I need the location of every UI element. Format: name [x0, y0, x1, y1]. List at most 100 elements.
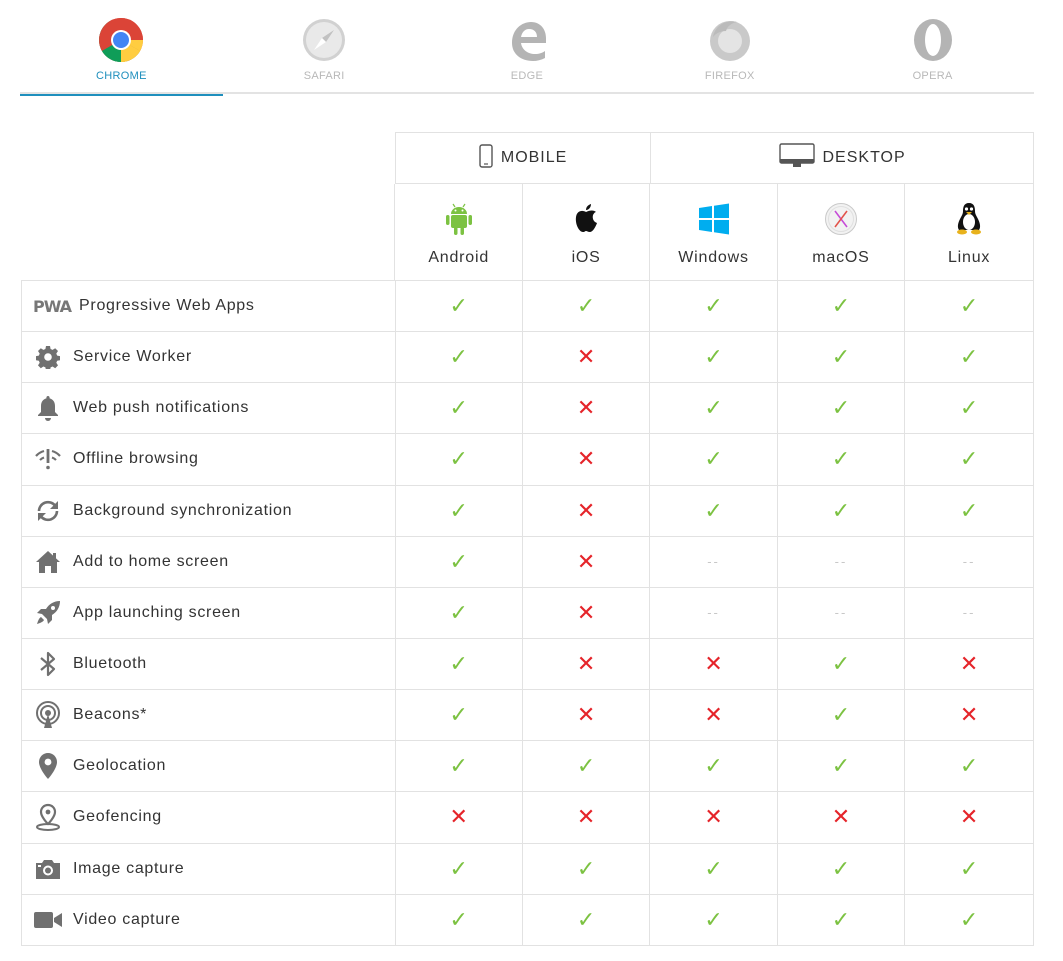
support-cell-windows: ✕: [650, 690, 778, 742]
platform-android-label: Android: [428, 249, 490, 266]
sync-icon: [33, 496, 63, 526]
cross-icon: ✕: [576, 599, 596, 625]
check-icon: ✓: [449, 548, 468, 574]
cross-icon: ✕: [959, 702, 979, 728]
check-icon: ✓: [831, 753, 851, 779]
check-icon: ✓: [704, 906, 723, 932]
support-cell-linux: --: [905, 536, 1035, 588]
support-cell-macos: --: [777, 536, 906, 588]
header-spacer: [21, 132, 396, 184]
bell-icon: [33, 393, 63, 423]
check-icon: ✓: [959, 446, 979, 472]
check-icon: ✓: [449, 293, 468, 319]
support-cell-linux: ✕: [905, 638, 1035, 691]
feature-label: Offline browsing: [73, 450, 199, 468]
check-icon: ✓: [449, 497, 468, 523]
offline-wifi-icon: [33, 444, 63, 474]
support-cell-linux: ✕: [905, 690, 1035, 742]
feature-cell: PWA Progressive Web Apps: [21, 281, 396, 333]
support-cell-linux: --: [905, 587, 1035, 639]
phone-icon: [479, 143, 493, 173]
support-cell-linux: ✓: [905, 741, 1035, 793]
support-cell-android: ✓: [395, 281, 523, 333]
support-cell-windows: --: [650, 587, 778, 639]
feature-row: App launching screen ✓ ✕ -- -- --: [21, 587, 1035, 639]
support-cell-windows: ✕: [650, 638, 778, 691]
not-applicable-mark: --: [962, 605, 976, 621]
feature-cell: Geofencing: [21, 792, 396, 844]
tab-safari[interactable]: SAFARI: [223, 0, 426, 94]
check-icon: ✓: [449, 906, 468, 932]
feature-cell: Beacons*: [21, 690, 396, 742]
tab-opera[interactable]: OPERA: [831, 0, 1034, 94]
feature-cell: Background synchronization: [21, 485, 396, 537]
check-icon: ✓: [959, 497, 979, 523]
support-cell-ios: ✕: [522, 383, 651, 435]
chrome-icon: [98, 17, 144, 63]
support-cell-android: ✓: [395, 536, 523, 588]
support-cell-macos: ✓: [777, 638, 906, 691]
tab-edge[interactable]: EDGE: [426, 0, 629, 94]
tab-safari-label: SAFARI: [303, 70, 345, 82]
support-cell-windows: ✓: [650, 383, 778, 435]
location-pin-icon: [33, 751, 63, 781]
support-cell-windows: ✓: [650, 485, 778, 537]
support-cell-macos: ✓: [777, 741, 906, 793]
pwa-logo: PWA: [33, 296, 72, 316]
check-icon: ✓: [959, 753, 979, 779]
support-cell-linux: ✓: [905, 843, 1035, 895]
support-cell-ios: ✕: [522, 332, 651, 384]
not-applicable-mark: --: [707, 605, 720, 621]
check-icon: ✓: [704, 344, 723, 370]
tab-chrome[interactable]: CHROME: [20, 0, 223, 96]
feature-row: Bluetooth ✓ ✕ ✕ ✓ ✕: [21, 638, 1035, 691]
rocket-icon: [33, 598, 63, 628]
support-cell-linux: ✓: [905, 281, 1035, 333]
support-cell-windows: ✓: [650, 332, 778, 384]
support-cell-ios: ✕: [522, 792, 651, 844]
support-cell-android: ✓: [395, 638, 523, 691]
not-applicable-mark: --: [834, 605, 848, 621]
check-icon: ✓: [704, 497, 723, 523]
platform-linux: Linux: [905, 184, 1034, 281]
tab-firefox[interactable]: FIREFOX: [628, 0, 831, 94]
support-cell-ios: ✕: [522, 434, 651, 486]
support-cell-macos: ✓: [777, 383, 906, 435]
platform-ios-label: iOS: [571, 249, 601, 266]
feature-label: Background synchronization: [73, 501, 293, 519]
check-icon: ✓: [959, 906, 979, 932]
support-cell-linux: ✕: [905, 792, 1035, 844]
feature-label: Bluetooth: [73, 655, 147, 673]
support-cell-linux: ✓: [905, 332, 1035, 384]
platform-header-row: Android iOS Windows macOS Linux: [21, 184, 1034, 281]
apple-icon: [568, 201, 604, 237]
camera-icon: [33, 854, 63, 884]
platform-macos: macOS: [777, 184, 906, 281]
cross-icon: ✕: [959, 651, 979, 677]
check-icon: ✓: [449, 753, 468, 779]
support-cell-linux: ✓: [905, 383, 1035, 435]
check-icon: ✓: [831, 395, 851, 421]
check-icon: ✓: [704, 293, 723, 319]
feature-label: Video capture: [73, 910, 181, 928]
cross-icon: ✕: [576, 497, 596, 523]
feature-cell: Image capture: [21, 843, 396, 895]
feature-label: Beacons*: [73, 706, 148, 724]
compatibility-table: MOBILE DESKTOP Android iOS Windows macOS…: [21, 132, 1035, 946]
cross-icon: ✕: [959, 804, 979, 830]
cross-icon: ✕: [576, 344, 596, 370]
support-cell-macos: ✓: [777, 332, 906, 384]
support-cell-android: ✓: [395, 383, 523, 435]
support-cell-windows: ✓: [650, 741, 778, 793]
support-cell-ios: ✓: [522, 843, 651, 895]
home-icon: [33, 547, 63, 577]
support-cell-ios: ✓: [522, 281, 651, 333]
edge-icon: [504, 17, 550, 63]
support-cell-android: ✓: [395, 587, 523, 639]
feature-cell: Web push notifications: [21, 383, 396, 435]
feature-row: Beacons* ✓ ✕ ✕ ✓ ✕: [21, 690, 1035, 742]
support-cell-ios: ✕: [522, 536, 651, 588]
feature-label: Add to home screen: [73, 552, 229, 570]
feature-row: Image capture ✓ ✓ ✓ ✓ ✓: [21, 843, 1035, 895]
cross-icon: ✕: [704, 702, 723, 728]
